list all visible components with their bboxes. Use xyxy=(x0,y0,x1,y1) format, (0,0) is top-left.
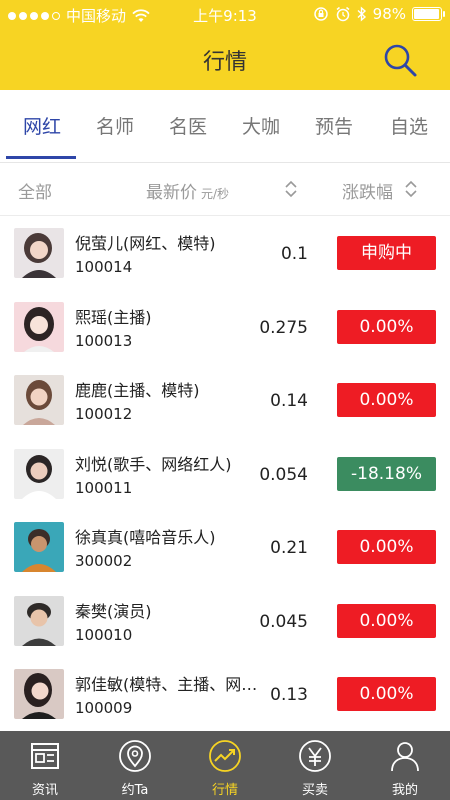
list-item[interactable]: 刘悦(歌手、网络红人) 100011 0.054 -18.18% xyxy=(0,436,450,510)
item-code: 100012 xyxy=(75,405,133,423)
item-price: 0.1 xyxy=(280,244,308,264)
item-code: 300002 xyxy=(75,552,133,570)
list-item[interactable]: 徐真真(嘻哈音乐人) 300002 0.21 0.00% xyxy=(0,510,450,584)
nav-news-label: 资讯 xyxy=(31,783,58,798)
item-price: 0.13 xyxy=(270,685,308,705)
item-code: 100011 xyxy=(75,478,133,497)
bluetooth-icon xyxy=(357,6,366,22)
item-code: 100009 xyxy=(75,699,133,717)
tab-yugao[interactable]: 预告 xyxy=(294,112,374,139)
list-item[interactable]: 郭佳敏(模特、主播、网… 100009 0.13 0.00% xyxy=(0,657,450,731)
filter-all[interactable]: 全部 xyxy=(18,178,52,203)
tab-mingshi[interactable]: 名师 xyxy=(75,112,155,139)
avatar xyxy=(14,375,64,425)
sort-price-icon[interactable] xyxy=(284,180,298,198)
item-price: 0.21 xyxy=(270,538,308,558)
item-code: 100014 xyxy=(75,258,133,276)
avatar xyxy=(14,228,64,278)
list-item[interactable]: 熙瑶(主播) 100013 0.275 0.00% xyxy=(0,289,450,363)
list-item[interactable]: 鹿鹿(主播、模特) 100012 0.14 0.00% xyxy=(0,363,450,437)
status-bar: 中国移动 上午9:13 98% xyxy=(0,0,450,30)
tab-daka[interactable]: 大咖 xyxy=(221,112,301,139)
column-latest-price[interactable]: 最新价 元/秒 xyxy=(146,178,229,203)
change-badge[interactable]: 申购中 xyxy=(337,236,436,270)
list-item[interactable]: 倪萤儿(网红、模特) 100014 0.1 申购中 xyxy=(0,216,450,290)
item-name: 熙瑶(主播) xyxy=(75,307,152,327)
item-name: 鹿鹿(主播、模特) xyxy=(75,381,200,400)
nav-news[interactable]: 资讯 xyxy=(0,731,90,800)
avatar xyxy=(14,522,64,572)
quote-list: 倪萤儿(网红、模特) 100014 0.1 申购中 熙瑶(主播) 100013 … xyxy=(0,216,450,731)
nav-market-label: 行情 xyxy=(211,783,238,798)
avatar xyxy=(14,595,64,646)
column-header: 全部 最新价 元/秒 涨跌幅 xyxy=(0,162,450,216)
nav-mine-label: 我的 xyxy=(391,783,418,798)
status-right: 98% xyxy=(313,5,445,23)
yuan-icon xyxy=(299,740,331,772)
column-latest-price-label: 最新价 xyxy=(146,183,197,203)
list-item[interactable]: 秦樊(演员) 100010 0.045 0.00% xyxy=(0,583,450,657)
item-name: 郭佳敏(模特、主播、网… xyxy=(75,675,258,694)
item-name: 徐真真(嘻哈音乐人) xyxy=(75,528,216,547)
battery-level xyxy=(414,9,440,19)
tab-zixuan[interactable]: 自选 xyxy=(369,112,449,139)
item-name: 秦樊(演员) xyxy=(75,601,152,621)
sort-change-icon[interactable] xyxy=(404,180,418,198)
change-badge[interactable]: -18.18% xyxy=(337,456,436,491)
item-price: 0.14 xyxy=(270,391,308,411)
item-code: 100010 xyxy=(75,625,133,644)
column-change[interactable]: 涨跌幅 xyxy=(342,178,393,203)
price-unit-label: 元/秒 xyxy=(201,187,230,201)
avatar xyxy=(14,448,64,499)
nav-market[interactable]: 行情 xyxy=(180,731,270,800)
change-badge[interactable]: 0.00% xyxy=(337,603,436,638)
nav-mine[interactable]: 我的 xyxy=(360,731,450,800)
nav-date[interactable]: 约Ta xyxy=(90,731,180,800)
user-icon xyxy=(391,742,419,772)
change-badge[interactable]: 0.00% xyxy=(337,309,436,344)
top-bar: 中国移动 上午9:13 98% 行情 xyxy=(0,0,450,90)
item-name: 刘悦(歌手、网络红人) xyxy=(75,454,232,474)
battery-icon xyxy=(412,7,445,21)
nav-trade-label: 买卖 xyxy=(301,783,328,798)
nav-trade[interactable]: 买卖 xyxy=(270,731,360,800)
location-pin-icon xyxy=(119,740,151,772)
battery-percent: 98% xyxy=(372,5,406,23)
change-badge[interactable]: 0.00% xyxy=(337,383,436,417)
bottom-nav: 资讯 约Ta 行情 买卖 我的 xyxy=(0,731,450,800)
item-code: 100013 xyxy=(75,331,133,350)
item-price: 0.275 xyxy=(259,317,308,338)
change-badge[interactable]: 0.00% xyxy=(337,530,436,564)
rotation-lock-icon xyxy=(313,7,328,21)
change-badge[interactable]: 0.00% xyxy=(337,677,436,711)
item-name: 倪萤儿(网红、模特) xyxy=(75,234,216,253)
trend-chart-icon xyxy=(209,740,241,772)
avatar xyxy=(14,301,64,352)
item-price: 0.054 xyxy=(259,464,308,485)
news-icon xyxy=(31,743,59,769)
alarm-icon xyxy=(336,6,350,22)
nav-date-label: 约Ta xyxy=(121,783,149,798)
avatar xyxy=(14,669,64,719)
active-tab-indicator xyxy=(6,156,76,159)
item-price: 0.045 xyxy=(259,611,308,632)
search-icon[interactable] xyxy=(382,42,418,78)
tab-mingyi[interactable]: 名医 xyxy=(148,112,228,139)
category-tabs: 网红 名师 名医 大咖 预告 自选 xyxy=(0,90,450,162)
tab-wanghong[interactable]: 网红 xyxy=(2,112,82,139)
